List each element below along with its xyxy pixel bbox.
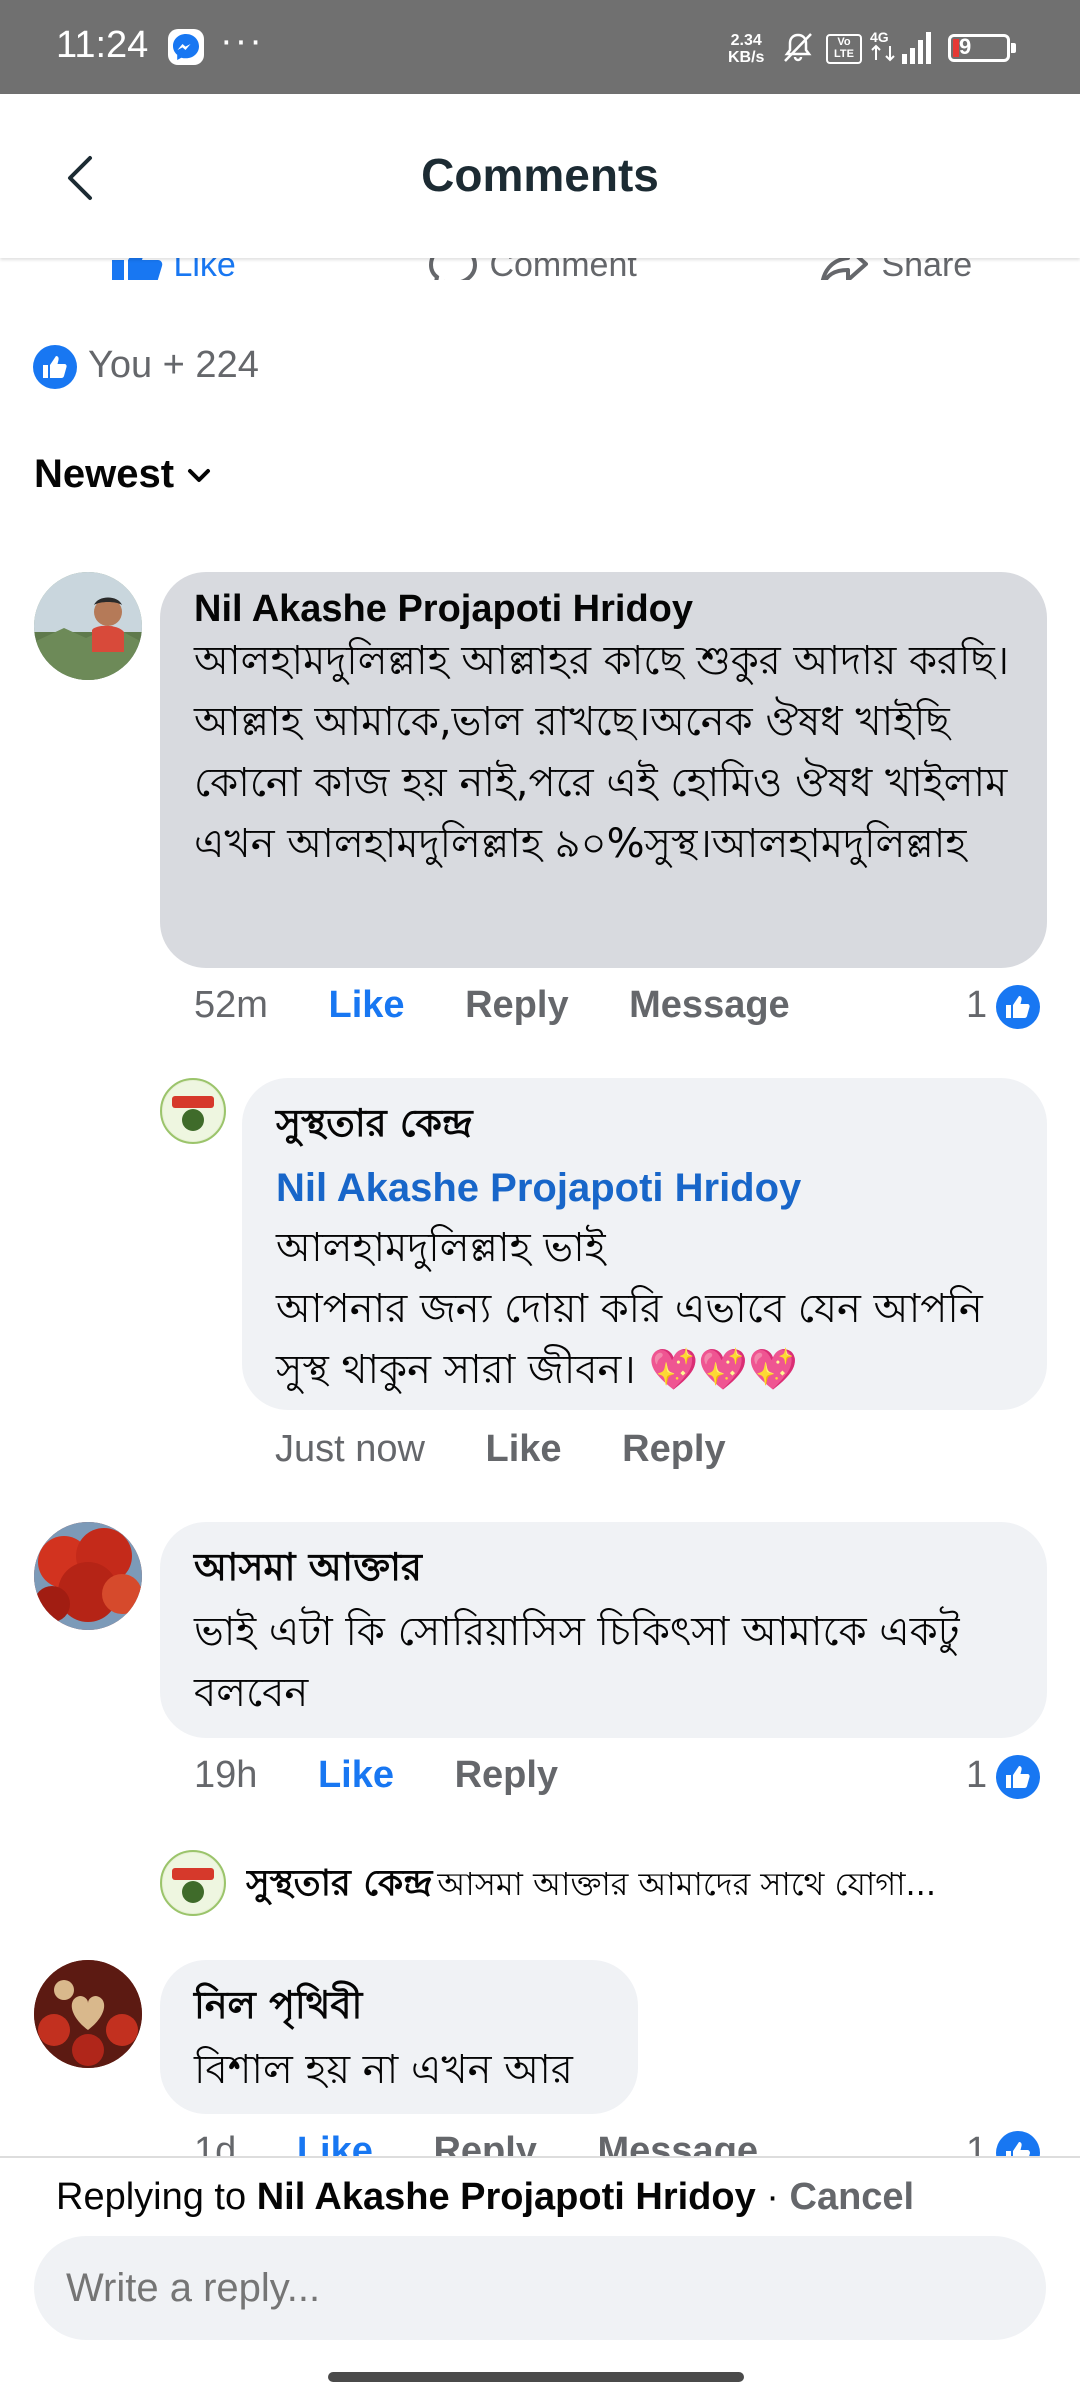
signal-icon: 4G bbox=[870, 29, 931, 64]
reply-reply-button[interactable]: Reply bbox=[622, 1428, 725, 1470]
comment-bubble[interactable]: নিল পৃথিবী বিশাল হয় না এখন আর bbox=[160, 1960, 638, 2114]
page-avatar[interactable] bbox=[160, 1078, 226, 1144]
replying-to-label: Replying to Nil Akashe Projapoti Hridoy … bbox=[56, 2176, 914, 2219]
speed-unit: KB/s bbox=[728, 49, 765, 66]
more-notifications-icon: ··· bbox=[220, 20, 264, 62]
reply-preview-author: সুস্থতার কেন্দ্র bbox=[246, 1863, 433, 1904]
sort-dropdown[interactable]: Newest bbox=[34, 452, 214, 497]
like-reaction-icon bbox=[996, 1755, 1041, 1799]
comment-bubble[interactable]: Nil Akashe Projapoti Hridoy আলহামদুলিল্ল… bbox=[160, 572, 1047, 968]
replying-separator: · bbox=[755, 2176, 790, 2218]
comment-text: বিশাল হয় না এখন আর bbox=[194, 2047, 573, 2093]
comment-bubble[interactable]: আসমা আক্তার ভাই এটা কি সোরিয়াসিস চিকিৎস… bbox=[160, 1522, 1047, 1738]
replying-prefix: Replying to bbox=[56, 2176, 247, 2218]
speed-value: 2.34 bbox=[730, 32, 762, 49]
comment-text: আলহামদুলিল্লাহ আল্লাহর কাছে শুকুর আদায় … bbox=[194, 638, 1010, 867]
page-logo-icon bbox=[163, 1853, 223, 1913]
status-time: 11:24 bbox=[56, 24, 149, 66]
battery-level: 9 bbox=[959, 34, 972, 59]
reply-text-body: আপনার জন্য দোয়া করি এভাবে যেন আপনি সুস্… bbox=[276, 1286, 983, 1393]
avatar[interactable] bbox=[34, 572, 142, 680]
like-reaction-icon bbox=[33, 345, 77, 389]
reply-bubble[interactable]: সুস্থতার কেন্দ্র Nil Akashe Projapoti Hr… bbox=[242, 1078, 1047, 1410]
status-bar: 11:24 ··· 2.34 KB/s Vo LTE 4G 9 bbox=[0, 0, 1080, 94]
reaction-summary[interactable]: You + 224 bbox=[32, 344, 259, 390]
comment-meta: 52m Like Reply Message bbox=[194, 984, 790, 1027]
reply-meta: Just now Like Reply bbox=[275, 1428, 726, 1471]
network-type: 4G bbox=[870, 29, 889, 45]
reply-text-line-2: আপনার জন্য দোয়া করি এভাবে যেন আপনি সুস্… bbox=[276, 1279, 1013, 1401]
comment-author[interactable]: নিল পৃথিবী bbox=[194, 1976, 604, 2040]
reply-time: Just now bbox=[275, 1428, 425, 1470]
reply-preview[interactable]: সুস্থতার কেন্দ্র আসমা আক্তার আমাদের সাথে… bbox=[246, 1856, 1046, 1916]
heart-emoji: 💖💖💖 bbox=[648, 1347, 798, 1393]
battery-icon: 9 bbox=[948, 34, 1016, 62]
avatar[interactable] bbox=[34, 1522, 142, 1630]
page-title: Comments bbox=[421, 149, 659, 201]
sort-label: Newest bbox=[34, 452, 175, 496]
reaction-count-text: You + 224 bbox=[88, 344, 259, 387]
like-reaction-icon bbox=[996, 985, 1041, 1029]
comment-author[interactable]: Nil Akashe Projapoti Hridoy bbox=[194, 588, 1013, 631]
reply-like-button[interactable]: Like bbox=[486, 1428, 562, 1470]
flower-tree-photo-icon bbox=[34, 1522, 142, 1630]
comment-meta: 19h Like Reply bbox=[194, 1754, 558, 1797]
comment-reaction-number: 1 bbox=[966, 984, 988, 1027]
comment-time: 19h bbox=[194, 1754, 258, 1796]
network-speed: 2.34 KB/s bbox=[728, 32, 764, 66]
page-avatar[interactable] bbox=[160, 1850, 226, 1916]
comment-text: ভাই এটা কি সোরিয়াসিস চিকিৎসা আমাকে একটু… bbox=[194, 1609, 960, 1716]
comment-time: 52m bbox=[194, 984, 268, 1026]
comment-reaction-count[interactable]: 1 bbox=[966, 984, 1041, 1030]
reply-input[interactable] bbox=[34, 2236, 1046, 2340]
comments-header: Comments bbox=[0, 94, 1080, 258]
comment-author[interactable]: আসমা আক্তার bbox=[194, 1538, 1013, 1602]
muted-bell-icon bbox=[784, 33, 812, 62]
volte-badge: Vo LTE bbox=[826, 34, 862, 64]
cancel-reply-button[interactable]: Cancel bbox=[790, 2176, 915, 2218]
user-photo-icon bbox=[34, 572, 142, 680]
reply-preview-text: আসমা আক্তার আমাদের সাথে যোগা... bbox=[437, 1865, 937, 1903]
comment-like-button[interactable]: Like bbox=[328, 984, 404, 1026]
heart-roses-photo-icon bbox=[34, 1960, 142, 2068]
chevron-down-icon bbox=[188, 469, 211, 483]
reply-author[interactable]: সুস্থতার কেন্দ্র bbox=[276, 1094, 1013, 1158]
comment-like-button[interactable]: Like bbox=[318, 1754, 394, 1796]
reply-mention[interactable]: Nil Akashe Projapoti Hridoy bbox=[276, 1158, 1013, 1218]
avatar[interactable] bbox=[34, 1960, 142, 2068]
reply-text-line-1: আলহামদুলিল্লাহ ভাই bbox=[276, 1225, 606, 1271]
home-indicator[interactable] bbox=[328, 2372, 744, 2382]
comment-reply-button[interactable]: Reply bbox=[455, 1754, 558, 1796]
comment-message-button[interactable]: Message bbox=[629, 984, 790, 1026]
comment-reaction-count[interactable]: 1 bbox=[966, 1754, 1041, 1800]
messenger-icon bbox=[168, 29, 204, 65]
comment-reaction-number: 1 bbox=[966, 1754, 988, 1797]
comment-reply-button[interactable]: Reply bbox=[465, 984, 568, 1026]
page-logo-icon bbox=[163, 1081, 223, 1141]
replying-name: Nil Akashe Projapoti Hridoy bbox=[256, 2176, 756, 2218]
reply-composer: Replying to Nil Akashe Projapoti Hridoy … bbox=[0, 2156, 1080, 2402]
